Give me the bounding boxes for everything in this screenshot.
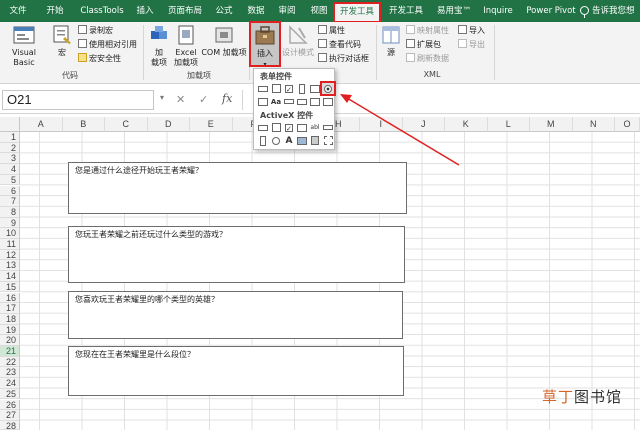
combo-box-icon[interactable] [270,83,282,94]
checkbox-icon[interactable]: ✓ [283,83,295,94]
scroll-bar-icon[interactable] [283,96,295,107]
activex-checkbox-icon[interactable]: ✓ [283,122,295,133]
activex-image-icon[interactable] [296,135,308,146]
form-controls-heading: 表单控件 [260,72,292,81]
label-icon[interactable]: Aa [270,96,282,107]
activex-controls-heading: ActiveX 控件 [260,111,314,120]
form-controls-row-1: ✓ [257,81,336,96]
annotation-arrow [340,94,460,166]
combo-dropdown-icon[interactable] [322,96,334,107]
list-box-icon[interactable] [309,83,321,94]
form-controls-row-2: Aa [257,96,334,107]
activex-combo-icon[interactable] [270,122,282,133]
watermark-rest: 图书馆 [574,388,623,406]
activex-controls-row-1: ✓ abl [257,122,334,133]
more-controls-icon[interactable] [322,135,334,146]
activex-controls-row-2: A [257,135,334,146]
activex-option-icon[interactable] [270,135,282,146]
activex-scroll-icon[interactable] [322,122,334,133]
activex-label-icon[interactable]: A [283,135,295,146]
insert-controls-dropdown: 表单控件 ✓ Aa ActiveX 控件 ✓ abl A [253,68,336,150]
text-field-icon[interactable] [296,96,308,107]
watermark-lead: 草丁 [542,388,575,406]
activex-toggle-icon[interactable] [309,135,321,146]
button-control-icon[interactable] [257,83,269,94]
combo-list-icon[interactable] [309,96,321,107]
group-box-icon[interactable] [257,96,269,107]
option-button-icon[interactable] [320,81,336,96]
spin-button-icon[interactable] [296,83,308,94]
activex-button-icon[interactable] [257,122,269,133]
site-watermark: 草丁图书馆 [542,386,622,407]
activex-spin-icon[interactable] [257,135,269,146]
activex-list-icon[interactable] [296,122,308,133]
activex-text-box-icon[interactable]: abl [309,122,321,133]
